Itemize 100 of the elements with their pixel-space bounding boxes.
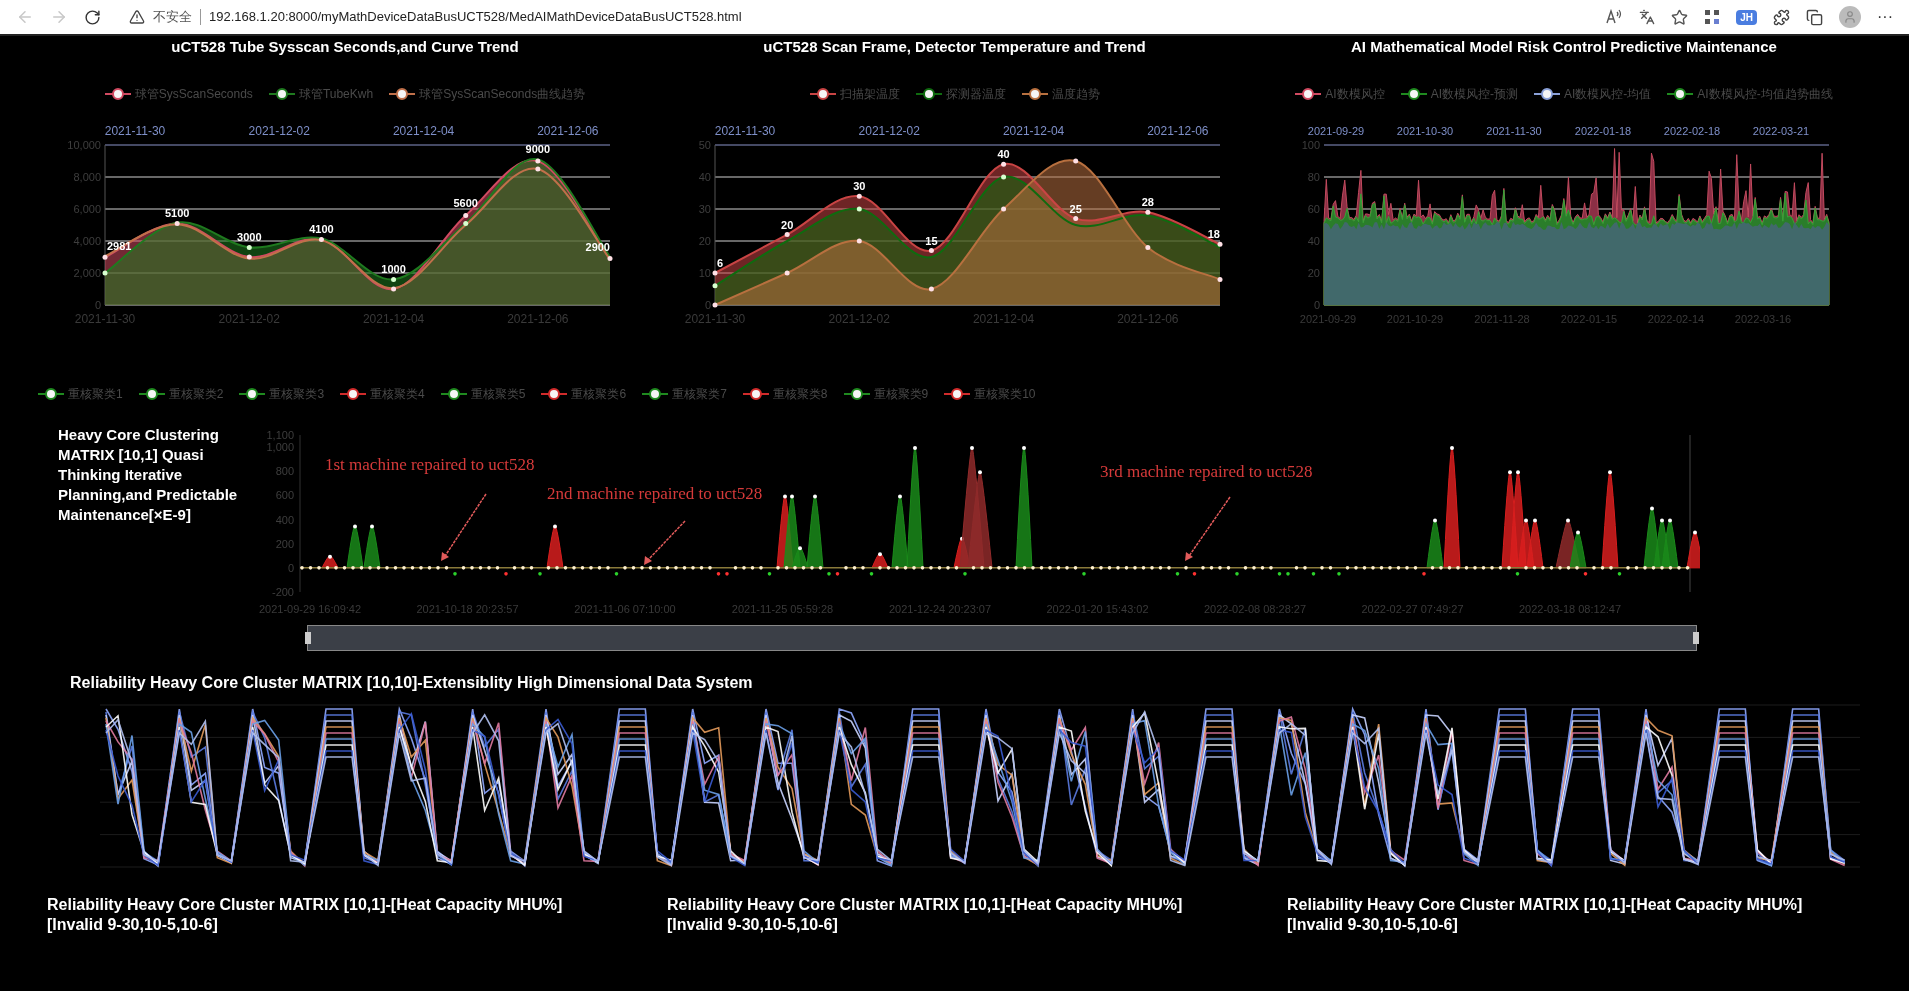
legend-label[interactable]: 重核聚类7 <box>672 384 727 403</box>
axis-label: 2022-02-08 08:28:27 <box>1203 602 1307 615</box>
warning-icon <box>129 9 145 25</box>
address-bar[interactable]: 不安全 192.168.1.20:8000/myMathDeviceDataBusUCT528/MedAIMathDeviceDataBusUCT528.html <box>117 3 1590 31</box>
axis-label: 200 <box>275 537 294 550</box>
legend-label[interactable]: 重核聚类3 <box>269 384 325 403</box>
legend-label[interactable]: 球管SysScanSeconds曲线趋势 <box>419 84 586 103</box>
legend-marker-icon[interactable] <box>1295 86 1322 101</box>
legend-label[interactable]: 重核聚类6 <box>571 384 627 403</box>
axis-label: 2021-11-30 <box>104 123 166 138</box>
peak-area <box>321 554 339 568</box>
legend-marker-icon[interactable] <box>268 86 295 101</box>
legend-label[interactable]: 探测器温度 <box>945 84 1006 103</box>
axis-label: 2021-12-06 <box>537 123 599 138</box>
data-point <box>1000 206 1006 211</box>
legend-marker-icon[interactable] <box>138 386 165 401</box>
data-point <box>1072 158 1078 163</box>
axis-label: 2021-09-29 16:09:42 <box>258 602 362 615</box>
legend-marker-icon[interactable] <box>1534 86 1560 101</box>
peak-area <box>1686 530 1700 568</box>
axis-label: 2021-12-02 <box>828 311 890 326</box>
data-point <box>535 158 541 163</box>
legend-label[interactable]: 球管SysScanSeconds <box>134 84 253 103</box>
legend-marker-icon[interactable] <box>915 86 942 101</box>
security-label[interactable]: 不安全 <box>153 7 192 27</box>
legend-marker-icon[interactable] <box>944 386 971 401</box>
legend-label[interactable]: 温度趋势 <box>1051 84 1100 103</box>
grid-icon[interactable] <box>1704 9 1721 25</box>
axis-label: 2021-09-29 <box>1299 312 1357 325</box>
legend-marker-icon[interactable] <box>742 386 769 401</box>
data-label: 9000 <box>525 142 551 155</box>
legend-label[interactable]: AI数模风控 <box>1325 84 1385 103</box>
legend-marker-icon[interactable] <box>389 86 416 101</box>
legend-label[interactable]: 重核聚类10 <box>974 384 1036 403</box>
legend-marker-icon[interactable] <box>1400 86 1427 101</box>
favorite-star-icon[interactable] <box>1671 8 1689 26</box>
data-point <box>712 270 717 275</box>
axis-label: 80 <box>1307 170 1320 183</box>
legend-marker-icon[interactable] <box>1667 86 1694 101</box>
legend-marker-icon[interactable] <box>38 386 64 401</box>
axis-label: 800 <box>275 464 294 477</box>
data-point <box>102 270 108 275</box>
data-point <box>856 193 862 199</box>
axis-label: 2021-11-30 <box>74 311 136 326</box>
legend-marker-icon[interactable] <box>809 86 836 101</box>
data-point <box>1000 174 1006 179</box>
axis-label: 30 <box>698 202 711 215</box>
extension-badge[interactable]: JH <box>1736 9 1757 25</box>
axis-label: 20 <box>1307 266 1320 279</box>
legend-label[interactable]: AI数模风控-预测 <box>1430 84 1518 103</box>
legend-label[interactable]: AI数模风控-均值趋势曲线 <box>1697 84 1833 103</box>
data-label: 1000 <box>381 262 406 275</box>
legend-marker-icon[interactable] <box>239 386 266 401</box>
data-point <box>712 282 717 288</box>
read-aloud-icon[interactable] <box>1605 9 1624 25</box>
legend-label[interactable]: 重核聚类2 <box>168 384 224 403</box>
legend-label[interactable]: 重核聚类9 <box>873 384 929 403</box>
axis-label: 2021-12-04 <box>392 123 455 138</box>
legend-label[interactable]: 球管TubeKwh <box>298 84 374 103</box>
profile-avatar[interactable] <box>1839 6 1861 28</box>
legend-marker-icon[interactable] <box>541 386 568 401</box>
data-label: 5600 <box>453 196 478 209</box>
legend-label[interactable]: 重核聚类5 <box>470 384 526 403</box>
axis-label: 2021-12-02 <box>858 123 920 138</box>
refresh-icon[interactable] <box>84 8 101 26</box>
legend-marker-icon[interactable] <box>340 386 367 401</box>
axis-label: 2021-11-30 <box>684 311 745 326</box>
url-text[interactable]: 192.168.1.20:8000/myMathDeviceDataBusUCT528/MedAIMathDeviceDataBusUCT528.html <box>209 7 742 27</box>
data-label: 4100 <box>309 222 334 235</box>
axis-label: 2021-12-06 <box>1116 311 1179 326</box>
translate-icon[interactable] <box>1639 9 1656 25</box>
annotation-text: 1st machine repaired to uct528 <box>325 454 535 474</box>
legend-label[interactable]: 扫描架温度 <box>839 84 900 103</box>
data-point <box>607 255 613 261</box>
legend-marker-icon[interactable] <box>642 386 669 401</box>
axis-label: 2021-12-04 <box>1002 123 1064 138</box>
extensions-icon[interactable] <box>1773 8 1790 26</box>
axis-label: 4,000 <box>73 234 101 247</box>
legend-label[interactable]: AI数模风控-均值 <box>1564 84 1652 103</box>
axis-label: 2,000 <box>73 266 101 279</box>
collections-icon[interactable] <box>1806 8 1823 26</box>
axis-label: 2021-11-28 <box>1474 312 1530 325</box>
legend-marker-icon[interactable] <box>843 386 870 401</box>
data-point <box>246 254 252 259</box>
axis-label: 40 <box>698 170 711 183</box>
legend-label[interactable]: 重核聚类4 <box>370 384 425 403</box>
legend-label[interactable]: 重核聚类8 <box>772 384 828 403</box>
axis-label: 20 <box>698 234 711 247</box>
more-menu[interactable]: ··· <box>1877 5 1893 29</box>
annotation-text: 3rd machine repaired to uct528 <box>1100 461 1313 481</box>
zoom-slider[interactable] <box>307 624 1697 651</box>
legend-label[interactable]: 重核聚类1 <box>68 384 123 403</box>
axis-label: 2021-12-06 <box>507 311 569 326</box>
axis-label: 2022-03-18 08:12:47 <box>1518 602 1622 615</box>
legend-marker-icon[interactable] <box>1021 86 1048 101</box>
axis-label: 2021-10-29 <box>1386 312 1444 325</box>
legend-marker-icon[interactable] <box>104 86 131 101</box>
chart-title: Heavy Core Clustering MATRIX [10,1] Quasi Thinking Iterative Planning,and Predictable Maintenance[×E-9] <box>58 424 239 525</box>
data-label: 5100 <box>164 206 190 219</box>
legend-marker-icon[interactable] <box>440 386 467 401</box>
